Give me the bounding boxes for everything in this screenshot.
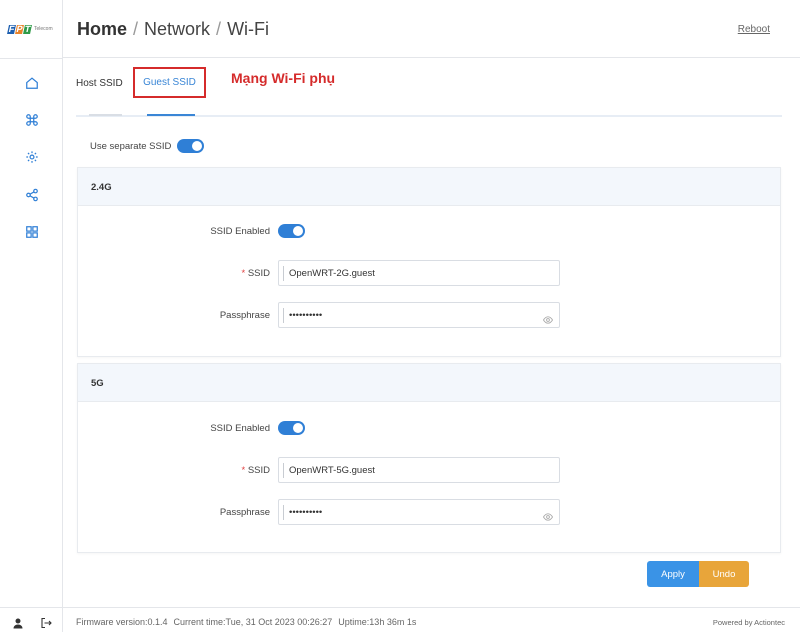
sidebar: F P T Telecom bbox=[0, 0, 63, 632]
breadcrumb-separator: / bbox=[216, 19, 222, 39]
logout-icon[interactable] bbox=[40, 616, 52, 629]
passphrase-input-5g[interactable]: •••••••••• bbox=[278, 499, 560, 525]
brand-logo[interactable]: F P T Telecom bbox=[7, 22, 56, 36]
firmware-version: Firmware version:0.1.4 bbox=[76, 617, 168, 627]
apply-button[interactable]: Apply bbox=[647, 561, 699, 587]
ssid-label: * SSID bbox=[190, 465, 270, 476]
annotation-label: Mạng Wi-Fi phụ bbox=[231, 70, 336, 86]
logo-letter: T bbox=[23, 23, 32, 34]
gear-icon[interactable] bbox=[24, 149, 40, 165]
input-caret bbox=[283, 463, 284, 478]
input-caret bbox=[283, 308, 284, 323]
ssid-tabs: Host SSID Guest SSID Mạng Wi-Fi phụ bbox=[76, 62, 782, 117]
passphrase-label: Passphrase bbox=[219, 507, 270, 518]
ssid-enabled-label: SSID Enabled bbox=[210, 423, 270, 434]
tab-host-ssid[interactable]: Host SSID bbox=[76, 78, 123, 89]
tab-guest-ssid-label: Guest SSID bbox=[143, 77, 196, 88]
breadcrumb: Home / Network / Wi-Fi bbox=[77, 19, 269, 40]
tab-underline bbox=[89, 114, 122, 116]
ssid-value: OpenWRT-5G.guest bbox=[289, 465, 375, 476]
passphrase-input-2g[interactable]: •••••••••• bbox=[278, 302, 560, 328]
required-mark: * bbox=[241, 268, 246, 279]
eye-icon[interactable] bbox=[542, 311, 554, 324]
tab-active-underline bbox=[147, 114, 195, 116]
sidebar-footer bbox=[0, 607, 63, 632]
page-header: Home / Network / Wi-Fi Reboot bbox=[63, 0, 800, 58]
required-mark: * bbox=[241, 465, 246, 476]
divider bbox=[0, 58, 63, 59]
band-title: 5G bbox=[91, 378, 104, 389]
passphrase-value: •••••••••• bbox=[289, 310, 323, 321]
undo-button[interactable]: Undo bbox=[699, 561, 749, 587]
footer-info: Firmware version:0.1.4 Current time:Tue,… bbox=[76, 617, 416, 627]
ssid-label-text: SSID bbox=[247, 268, 270, 279]
logo-mark: F P T bbox=[7, 23, 32, 34]
share-icon[interactable] bbox=[24, 187, 40, 203]
reboot-link[interactable]: Reboot bbox=[738, 24, 770, 35]
ssid-input-2g[interactable]: OpenWRT-2G.guest bbox=[278, 260, 560, 286]
tab-guest-ssid[interactable]: Guest SSID bbox=[133, 67, 206, 98]
band-title: 2.4G bbox=[91, 182, 112, 193]
separate-ssid-label: Use separate SSID bbox=[90, 141, 172, 152]
input-caret bbox=[283, 505, 284, 520]
passphrase-label: Passphrase bbox=[219, 310, 270, 321]
card-header: 2.4G bbox=[78, 168, 780, 206]
breadcrumb-home[interactable]: Home bbox=[77, 19, 127, 40]
ssid-value: OpenWRT-2G.guest bbox=[289, 268, 375, 279]
grid-icon[interactable] bbox=[24, 224, 40, 240]
ssid-label-text: SSID bbox=[247, 465, 270, 476]
input-caret bbox=[283, 266, 284, 281]
breadcrumb-wifi: Wi-Fi bbox=[227, 19, 270, 39]
breadcrumb-network[interactable]: Network bbox=[144, 19, 210, 40]
ssid-enabled-toggle-2g[interactable] bbox=[278, 224, 305, 238]
ssid-enabled-toggle-5g[interactable] bbox=[278, 421, 305, 435]
current-time: Current time:Tue, 31 Oct 2023 00:26:27 bbox=[173, 617, 333, 627]
passphrase-value: •••••••••• bbox=[289, 507, 323, 518]
ssid-enabled-label: SSID Enabled bbox=[210, 226, 270, 237]
powered-by: Powered by Actiontec bbox=[712, 618, 785, 627]
ssid-input-5g[interactable]: OpenWRT-5G.guest bbox=[278, 457, 560, 483]
user-icon[interactable] bbox=[12, 616, 24, 629]
status-footer: Firmware version:0.1.4 Current time:Tue,… bbox=[63, 607, 800, 632]
breadcrumb-separator: / bbox=[133, 19, 139, 39]
ssid-label: * SSID bbox=[190, 268, 270, 279]
home-icon[interactable] bbox=[24, 75, 40, 91]
logo-subtext: Telecom bbox=[34, 26, 53, 32]
command-icon[interactable] bbox=[24, 112, 40, 128]
uptime: Uptime:13h 36m 1s bbox=[338, 617, 417, 627]
separate-ssid-toggle[interactable] bbox=[177, 139, 204, 153]
eye-icon[interactable] bbox=[542, 508, 554, 521]
card-header: 5G bbox=[78, 364, 780, 402]
